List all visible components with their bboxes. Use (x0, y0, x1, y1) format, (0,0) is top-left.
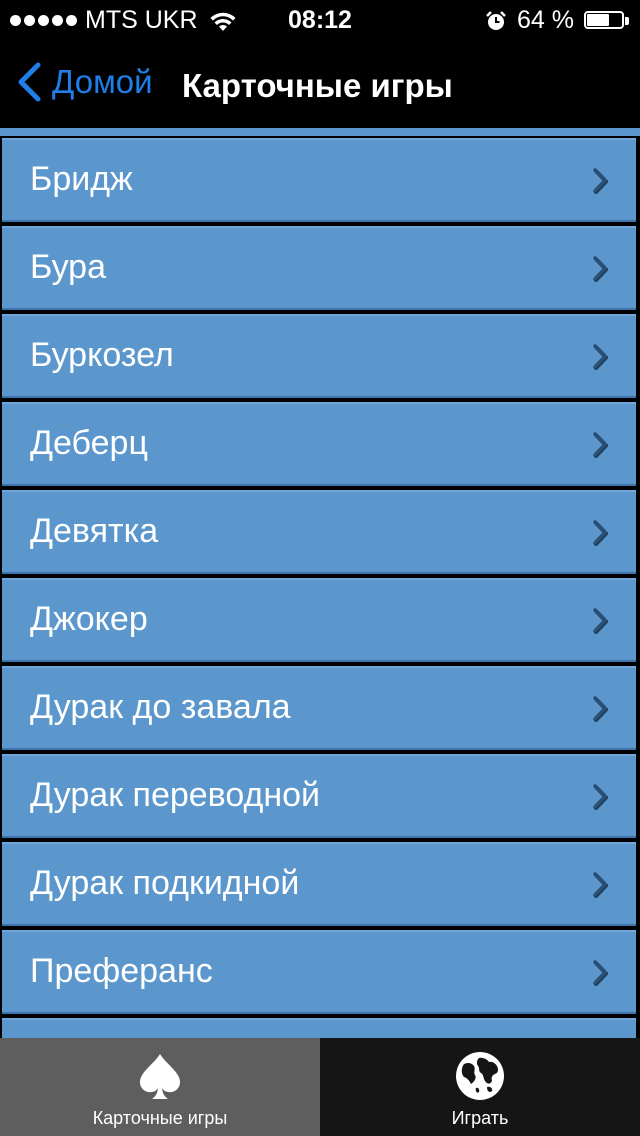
list-item-label: Дурак до завала (30, 688, 291, 726)
list-item[interactable]: Бура (2, 226, 636, 310)
list-item-label: Джокер (30, 600, 148, 638)
list-item-label: Преферанс (30, 952, 213, 990)
globe-icon (456, 1052, 504, 1100)
list-item[interactable]: Дурак до завала (2, 666, 636, 750)
chevron-right-icon (593, 960, 608, 986)
chevron-left-icon (18, 62, 41, 102)
list-item-partial (0, 128, 640, 136)
list-item[interactable]: Джокер (2, 578, 636, 662)
list-item[interactable]: Буркозел (2, 314, 636, 398)
chevron-right-icon (593, 872, 608, 898)
chevron-right-icon (593, 520, 608, 546)
battery-percent: 64 % (517, 6, 574, 34)
chevron-right-icon (593, 256, 608, 282)
spade-icon (140, 1054, 180, 1099)
chevron-right-icon (593, 608, 608, 634)
chevron-right-icon (593, 344, 608, 370)
status-right: 64 % (485, 6, 630, 35)
list-item-label: Бридж (30, 160, 133, 198)
list-item[interactable]: Дурак подкидной (2, 842, 636, 926)
list-item[interactable]: Девятка (2, 490, 636, 574)
list-item-label: Дурак переводной (30, 776, 321, 814)
list-item[interactable]: Деберц (2, 402, 636, 486)
list-item[interactable] (2, 1018, 636, 1038)
tab-card-games[interactable]: Карточные игры (0, 1038, 320, 1136)
chevron-right-icon (593, 168, 608, 194)
back-button-label: Домой (52, 63, 153, 100)
chevron-right-icon (593, 432, 608, 458)
list-item-label: Девятка (30, 512, 159, 550)
list-item-label: Дурак подкидной (30, 864, 300, 902)
list-item[interactable]: Бридж (2, 138, 636, 222)
list-item-label: Буркозел (30, 336, 174, 374)
games-list[interactable]: Бридж Бура Буркозел Деберц Девятка Джокер Дура… (0, 128, 640, 1038)
battery-icon (584, 10, 630, 32)
screen: MTS UKR 08:12 64 % Домой Карточные игры … (0, 0, 640, 1136)
page-title: Карточные игры (182, 67, 453, 104)
tab-label: Играть (451, 1108, 509, 1128)
list-item[interactable]: Дурак переводной (2, 754, 636, 838)
list-item-label: Бура (30, 248, 107, 286)
navigation-bar: Домой Карточные игры (0, 40, 640, 128)
alarm-clock-icon (486, 10, 506, 30)
tab-bar: Карточные игры Играть (0, 1038, 640, 1136)
tab-play[interactable]: Играть (320, 1038, 640, 1136)
chevron-right-icon (593, 784, 608, 810)
back-button[interactable]: Домой (16, 62, 153, 102)
list-item[interactable]: Преферанс (2, 930, 636, 1014)
list-item-label: Деберц (30, 424, 148, 462)
status-bar: MTS UKR 08:12 64 % (0, 0, 640, 40)
chevron-right-icon (593, 696, 608, 722)
tab-label: Карточные игры (92, 1108, 228, 1128)
